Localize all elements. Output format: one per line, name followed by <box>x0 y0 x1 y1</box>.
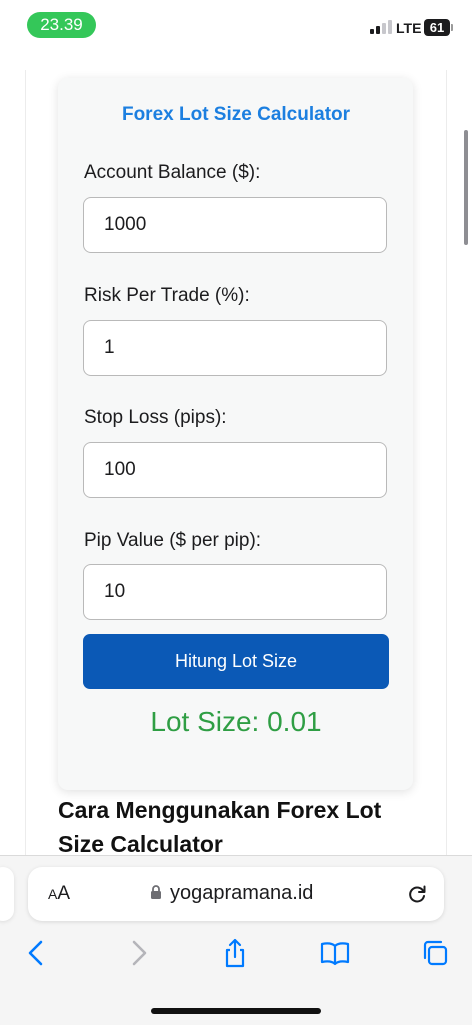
bookmarks-icon[interactable] <box>319 937 351 969</box>
account-balance-label: Account Balance ($): <box>84 162 261 183</box>
signal-icon <box>370 20 392 34</box>
home-indicator[interactable] <box>151 1008 321 1014</box>
status-bar: 23.39 LTE 61 <box>0 0 472 56</box>
lock-icon <box>151 885 161 899</box>
risk-per-trade-input[interactable]: 1 <box>83 320 387 376</box>
aa-big-letter: A <box>57 883 71 904</box>
tabs-icon[interactable] <box>419 937 451 969</box>
page-border-left <box>25 70 26 860</box>
reload-icon[interactable] <box>405 882 429 906</box>
article-heading: Cara Menggunakan Forex Lot Size Calculat… <box>58 797 382 857</box>
battery-icon: 61 <box>424 19 453 36</box>
forward-icon[interactable] <box>122 937 154 969</box>
stop-loss-label: Stop Loss (pips): <box>84 407 227 428</box>
share-icon[interactable] <box>219 937 251 969</box>
page-border-right <box>446 70 447 860</box>
scroll-indicator[interactable] <box>464 130 468 245</box>
previous-tab-preview[interactable] <box>0 867 14 921</box>
reader-settings-button[interactable]: AA <box>48 882 70 906</box>
pip-value-label: Pip Value ($ per pip): <box>84 530 262 551</box>
calculate-lot-size-button[interactable]: Hitung Lot Size <box>83 634 389 689</box>
network-type: LTE <box>396 20 422 36</box>
calculator-title: Forex Lot Size Calculator <box>121 104 351 125</box>
status-time[interactable]: 23.39 <box>27 12 96 38</box>
stop-loss-input[interactable]: 100 <box>83 442 387 498</box>
account-balance-input[interactable]: 1000 <box>83 197 387 253</box>
lot-size-result: Lot Size: 0.01 <box>150 706 322 737</box>
pip-value-input[interactable]: 10 <box>83 564 387 620</box>
risk-per-trade-label: Risk Per Trade (%): <box>84 285 250 306</box>
url-text[interactable]: yogapramana.id <box>170 880 313 906</box>
back-icon[interactable] <box>21 937 53 969</box>
aa-small-letter: A <box>48 886 58 902</box>
